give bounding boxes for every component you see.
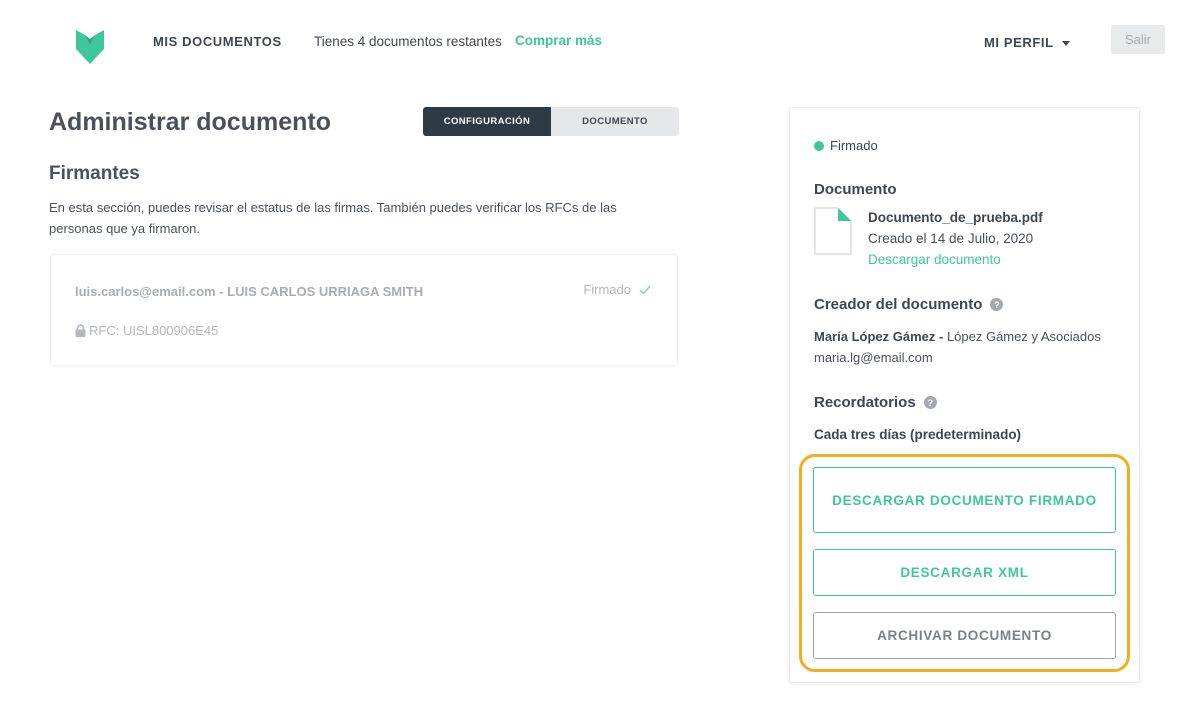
signer-status: Firmado: [583, 282, 651, 297]
logo-icon[interactable]: [76, 30, 104, 64]
tab-documento[interactable]: DOCUMENTO: [551, 107, 679, 136]
archive-document-button[interactable]: ARCHIVAR DOCUMENTO: [813, 612, 1116, 659]
lock-icon: [75, 324, 86, 337]
document-status: Firmado: [814, 138, 878, 153]
help-icon[interactable]: ?: [990, 298, 1004, 311]
reminders-heading-label: Recordatorios: [814, 394, 916, 411]
tab-configuracion[interactable]: CONFIGURACIÓN: [423, 107, 551, 136]
signer-status-label: Firmado: [583, 282, 631, 297]
documents-remaining-text: Tienes 4 documentos restantes: [314, 34, 502, 49]
creator-name: María López Gámez -: [814, 329, 944, 344]
signer-rfc-row: RFC: UISL800906E45: [75, 323, 218, 338]
signers-description: En esta sección, puedes revisar el estat…: [49, 200, 617, 236]
profile-label: MI PERFIL: [984, 35, 1054, 50]
file-icon: [814, 207, 852, 255]
buy-more-link[interactable]: Comprar más: [515, 33, 602, 48]
exit-button[interactable]: Salir: [1111, 25, 1165, 54]
creator-email: maria.lg@email.com: [814, 350, 933, 365]
creator-heading-label: Creador del documento: [814, 296, 983, 313]
reminders-value: Cada tres días (predeterminado): [814, 427, 1022, 442]
document-heading-label: Documento: [814, 181, 897, 198]
download-signed-button[interactable]: DESCARGAR DOCUMENTO FIRMADO: [813, 467, 1116, 533]
creator-company: López Gámez y Asociados: [946, 329, 1101, 344]
document-status-label: Firmado: [830, 138, 878, 153]
page-title: Administrar documento: [49, 108, 331, 136]
file-name: Documento_de_prueba.pdf: [868, 210, 1043, 225]
signer-rfc: RFC: UISL800906E45: [89, 323, 219, 338]
check-icon: [639, 285, 651, 295]
caret-down-icon: [1061, 40, 1070, 46]
creator-heading: Creador del documento ?: [814, 296, 1004, 313]
download-document-link[interactable]: Descargar documento: [868, 252, 1001, 267]
status-dot-icon: [814, 140, 824, 151]
nav-my-documents[interactable]: MIS DOCUMENTOS: [153, 34, 282, 49]
signer-identity: luis.carlos@email.com - LUIS CARLOS URRI…: [75, 284, 424, 299]
download-xml-button[interactable]: DESCARGAR XML: [813, 549, 1116, 596]
reminders-heading: Recordatorios ?: [814, 394, 937, 411]
view-tabs: CONFIGURACIÓN DOCUMENTO: [423, 107, 679, 136]
signer-card: luis.carlos@email.com - LUIS CARLOS URRI…: [50, 254, 678, 366]
profile-menu[interactable]: MI PERFIL: [984, 35, 1070, 50]
document-heading: Documento: [814, 181, 897, 198]
signers-title: Firmantes: [49, 163, 140, 184]
creator-info: María López Gámez - López Gámez y Asocia…: [814, 329, 1101, 344]
help-icon[interactable]: ?: [923, 396, 937, 409]
file-created-date: Creado el 14 de Julio, 2020: [868, 231, 1034, 246]
